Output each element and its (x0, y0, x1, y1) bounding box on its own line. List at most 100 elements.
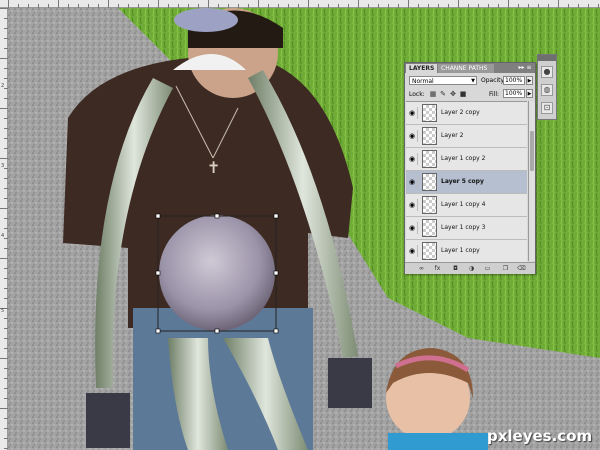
ruler-tick (278, 4, 279, 8)
opacity-slider-arrow-icon[interactable]: ▶ (526, 76, 533, 85)
folder-icon[interactable]: ▭ (483, 264, 492, 273)
move-lock-icon[interactable]: ✥ (449, 90, 457, 98)
ruler-tick (4, 448, 8, 449)
adjustment-icon[interactable]: ◑ (467, 264, 476, 273)
blend-row: Normal ▼ Opacity: 100% ▶ (405, 74, 535, 87)
scrollbar-thumb[interactable] (530, 131, 534, 171)
ruler-tick (4, 338, 8, 339)
eye-icon[interactable]: ◉ (407, 245, 418, 257)
eye-icon[interactable]: ◉ (407, 222, 418, 234)
ruler-tick (4, 18, 8, 19)
ruler-number: 5 (1, 308, 5, 314)
layer-row-selected[interactable]: ◉ Layer 5 copy (406, 171, 527, 194)
layer-list: ◉ Layer 2 copy ◉ Layer 2 ◉ Layer 1 copy … (406, 101, 527, 262)
ruler-tick (8, 0, 9, 8)
ruler-tick (4, 278, 8, 279)
ruler-tick (338, 4, 339, 8)
tab-layers[interactable]: LAYERS (406, 64, 437, 73)
blend-mode-select[interactable]: Normal ▼ (409, 76, 477, 85)
ruler-tick (4, 48, 8, 49)
ruler-tick (388, 4, 389, 8)
ruler-tick (428, 4, 429, 8)
ruler-tick (4, 248, 8, 249)
layer-name: Layer 1 copy (441, 247, 480, 254)
top-ruler[interactable] (0, 0, 600, 8)
ruler-tick (108, 0, 109, 8)
ruler-tick (508, 0, 509, 8)
fill-slider-arrow-icon[interactable]: ▶ (526, 89, 533, 98)
layer-row[interactable]: ◉ Layer 1 copy (406, 240, 527, 262)
opacity-label: Opacity: (481, 77, 506, 84)
mask-icon[interactable]: ◘ (451, 264, 460, 273)
panel-menu-icon[interactable]: ▸▸ ≡ (517, 64, 533, 72)
ruler-tick (4, 328, 8, 329)
ruler-tick (4, 78, 8, 79)
side-tool-strip: ● ◍ ⊡ (537, 54, 557, 120)
layer-row[interactable]: ◉ Layer 1 copy 2 (406, 148, 527, 171)
layer-list-scrollbar[interactable] (528, 101, 535, 261)
strip-title-bar[interactable] (538, 55, 556, 61)
ruler-tick (4, 98, 8, 99)
ruler-tick (4, 418, 8, 419)
eye-icon[interactable]: ◉ (407, 153, 418, 165)
ruler-tick (398, 4, 399, 8)
ruler-tick (4, 288, 8, 289)
layer-row[interactable]: ◉ Layer 1 copy 4 (406, 194, 527, 217)
brush-lock-icon[interactable]: ✎ (439, 90, 447, 98)
sphere-icon[interactable]: ● (541, 66, 553, 78)
transform-icon[interactable]: ⊡ (541, 102, 553, 114)
ruler-tick (4, 298, 8, 299)
ruler-number: 4 (1, 233, 5, 239)
ruler-tick (218, 4, 219, 8)
ruler-tick (0, 58, 8, 59)
ruler-tick (158, 0, 159, 8)
opacity-input[interactable]: 100% (503, 76, 525, 85)
new-layer-icon[interactable]: ❐ (501, 264, 510, 273)
ruler-tick (208, 0, 209, 8)
tab-channels-paths[interactable]: CHANNE PATHS (438, 64, 494, 73)
ruler-tick (408, 0, 409, 8)
ruler-tick (4, 218, 8, 219)
padlock-icon[interactable]: ■ (459, 90, 467, 98)
transparency-lock-icon[interactable]: ▦ (429, 90, 437, 98)
fill-input[interactable]: 100% (503, 89, 525, 98)
ruler-tick (528, 4, 529, 8)
layer-thumbnail (422, 242, 437, 260)
ruler-tick (38, 4, 39, 8)
panel-tab-bar: LAYERS CHANNE PATHS ▸▸ ≡ (405, 63, 535, 73)
ruler-tick (198, 4, 199, 8)
eye-icon[interactable]: ◉ (407, 130, 418, 142)
ruler-tick (378, 4, 379, 8)
layer-row[interactable]: ◉ Layer 2 copy (406, 102, 527, 125)
ruler-tick (4, 88, 8, 89)
layer-row[interactable]: ◉ Layer 1 copy 3 (406, 217, 527, 240)
ruler-number: 3 (1, 163, 5, 169)
ruler-tick (228, 4, 229, 8)
ruler-tick (418, 4, 419, 8)
ruler-tick (4, 268, 8, 269)
fx-icon[interactable]: fx (433, 264, 442, 273)
eye-icon[interactable]: ◉ (407, 199, 418, 211)
trash-icon[interactable]: ⌫ (517, 264, 526, 273)
ruler-tick (48, 4, 49, 8)
left-ruler[interactable]: 2 3 4 5 (0, 8, 8, 450)
ruler-tick (4, 228, 8, 229)
layer-name: Layer 1 copy 3 (441, 224, 486, 231)
ruler-tick (0, 8, 8, 9)
ruler-tick (318, 4, 319, 8)
ruler-tick (568, 4, 569, 8)
eye-icon[interactable]: ◉ (407, 176, 418, 188)
link-icon[interactable]: ∞ (417, 264, 426, 273)
ruler-tick (258, 0, 259, 8)
ruler-tick (4, 238, 8, 239)
ruler-tick (4, 168, 8, 169)
ruler-tick (188, 4, 189, 8)
layer-name: Layer 2 (441, 132, 464, 139)
ruler-tick (578, 4, 579, 8)
ruler-tick (4, 388, 8, 389)
ruler-tick (4, 68, 8, 69)
drop-icon[interactable]: ◍ (541, 84, 553, 96)
layer-row[interactable]: ◉ Layer 2 (406, 125, 527, 148)
eye-icon[interactable]: ◉ (407, 107, 418, 119)
blend-mode-value: Normal (412, 78, 434, 85)
